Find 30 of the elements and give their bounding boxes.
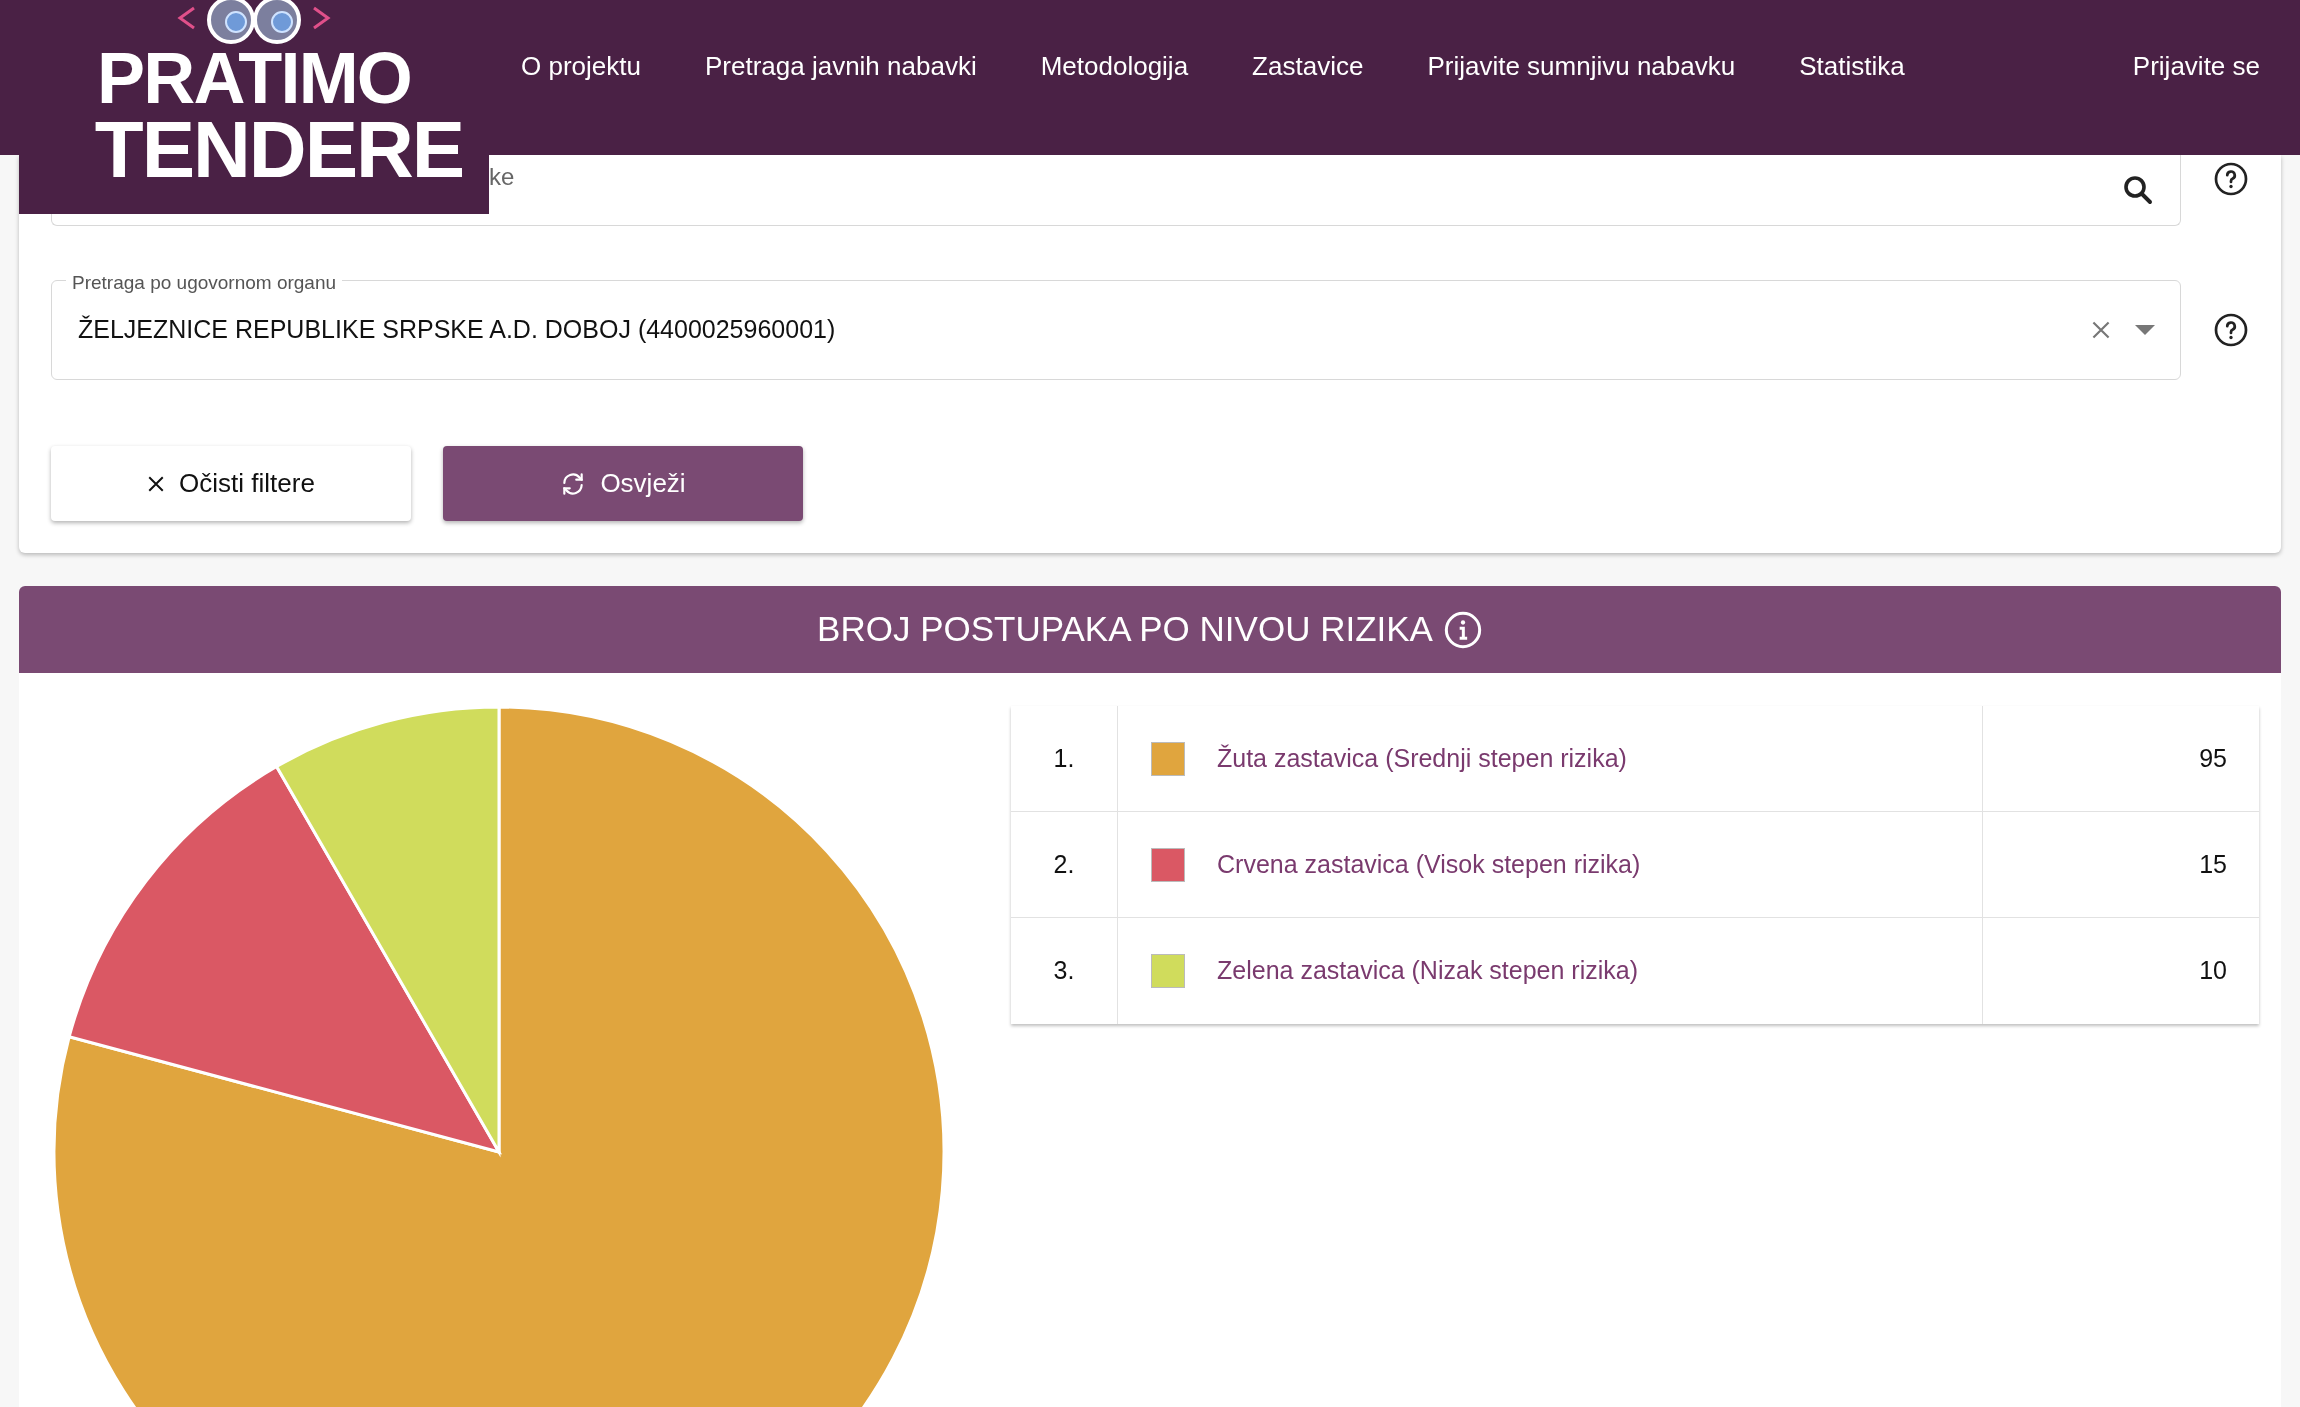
- help-icon[interactable]: [2213, 312, 2249, 348]
- panel-title: BROJ POSTUPAKA PO NIVOU RIZIKA: [817, 608, 1433, 651]
- dropdown-caret-icon[interactable]: [2134, 324, 2156, 336]
- nav-link[interactable]: Statistika: [1799, 47, 1905, 86]
- logo-text: TENDERE: [94, 112, 464, 189]
- nav-link[interactable]: Pretraga javnih nabavki: [704, 47, 977, 86]
- nav-link[interactable]: Prijavite sumnjivu nabavku: [1427, 47, 1736, 86]
- logo-text: PRATIMO: [96, 44, 411, 113]
- search-placeholder: ke: [489, 162, 515, 192]
- row-index: 2.: [1011, 812, 1118, 917]
- close-icon: [147, 474, 166, 493]
- row-count: 10: [2198, 955, 2228, 987]
- clear-filters-button[interactable]: Očisti filtere: [51, 446, 411, 521]
- row-count: 15: [2198, 848, 2228, 880]
- login-link[interactable]: Prijavite se: [2132, 47, 2260, 86]
- refresh-button[interactable]: Osvježi: [443, 446, 803, 521]
- row-count: 95: [2198, 742, 2228, 774]
- nav-link[interactable]: Metodologija: [1040, 47, 1189, 86]
- row-index: 3.: [1011, 918, 1118, 1024]
- risk-level-link[interactable]: Žuta zastavica (Srednji stepen rizika): [1217, 739, 1627, 778]
- logo[interactable]: PRATIMO TENDERE: [19, 0, 489, 214]
- risk-level-link[interactable]: Zelena zastavica (Nizak stepen rizika): [1217, 952, 1638, 990]
- row-index: 1.: [1011, 706, 1118, 811]
- info-icon[interactable]: [1442, 609, 1483, 650]
- risk-level-link[interactable]: Crvena zastavica (Visok stepen rizika): [1217, 845, 1641, 884]
- nav-link[interactable]: Zastavice: [1252, 47, 1364, 86]
- search-field[interactable]: ke: [489, 155, 2181, 226]
- nav-link[interactable]: O projektu: [521, 47, 641, 86]
- select-value: ŽELJEZNICE REPUBLIKE SRPSKE A.D. DOBOJ (4400025960001): [78, 314, 836, 346]
- help-icon[interactable]: [2213, 160, 2249, 197]
